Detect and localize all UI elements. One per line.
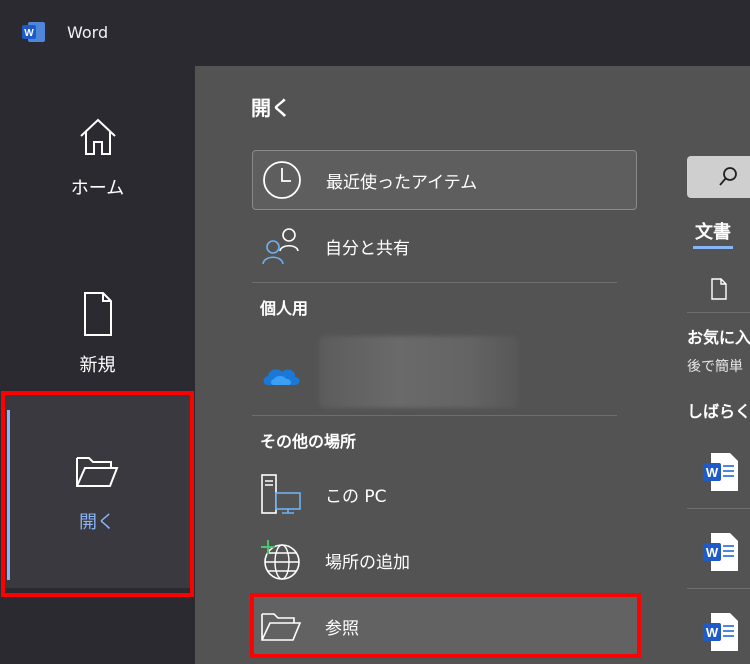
sidebar-item-open[interactable]: 開く: [4, 394, 190, 588]
new-document-icon: [83, 292, 112, 336]
divider: [687, 588, 750, 589]
word-document-icon[interactable]: W: [703, 452, 739, 492]
location-add-place[interactable]: 場所の追加: [252, 530, 637, 590]
sidebar-item-label: 開く: [79, 512, 115, 533]
folder-open-icon: [76, 457, 119, 487]
divider: [687, 508, 750, 509]
svg-text:W: W: [706, 625, 719, 640]
people-icon: [262, 228, 299, 265]
open-panel: 開く 最近使ったアイテム 自分と共有 個人用 その他の場所 この PC 場所の追…: [195, 66, 750, 664]
favorites-heading: お気に入: [687, 328, 750, 347]
selected-indicator: [7, 410, 10, 580]
divider: [687, 312, 750, 313]
search-input[interactable]: [687, 156, 750, 198]
tab-documents[interactable]: 文書: [695, 218, 731, 244]
sidebar-item-label: 新規: [79, 355, 116, 376]
title-bar: W Word: [0, 0, 750, 66]
document-column-icon: [711, 278, 727, 300]
location-label: この PC: [325, 486, 387, 507]
globe-add-icon: [261, 540, 300, 580]
sidebar: ホーム 新規 開く: [0, 66, 195, 664]
clock-icon: [263, 161, 301, 199]
section-heading-personal: 個人用: [260, 299, 309, 318]
svg-text:W: W: [706, 465, 719, 480]
location-shared[interactable]: 自分と共有: [252, 216, 637, 276]
app-title: Word: [67, 23, 109, 42]
sidebar-item-label: ホーム: [70, 178, 125, 199]
location-this-pc[interactable]: この PC: [252, 464, 637, 524]
svg-text:W: W: [24, 28, 34, 39]
divider: [252, 282, 617, 283]
account-name-blurred: [319, 336, 519, 408]
favorites-description: 後で簡単: [687, 359, 743, 375]
page-title: 開く: [251, 96, 291, 120]
word-document-icon[interactable]: W: [703, 532, 739, 572]
location-recent[interactable]: 最近使ったアイテム: [252, 150, 637, 210]
home-icon: [79, 118, 116, 155]
file-list-panel: 文書 お気に入 後で簡単 しばらく前 W W W: [687, 66, 750, 664]
section-heading-other: その他の場所: [260, 432, 357, 451]
location-browse[interactable]: 参照: [252, 596, 637, 656]
location-label: 場所の追加: [325, 552, 410, 573]
word-logo-icon: W: [22, 22, 45, 42]
recent-heading: しばらく前: [687, 402, 750, 421]
folder-icon: [261, 613, 302, 641]
tab-underline: [693, 246, 733, 249]
word-document-icon[interactable]: W: [703, 612, 739, 652]
computer-icon: [261, 474, 301, 514]
location-label: 最近使ったアイテム: [326, 172, 478, 193]
onedrive-cloud-icon: [263, 369, 300, 385]
search-icon: [719, 167, 737, 186]
svg-text:W: W: [706, 545, 719, 560]
location-label: 自分と共有: [325, 238, 410, 259]
sidebar-item-home[interactable]: ホーム: [0, 114, 195, 244]
divider: [252, 415, 617, 416]
location-label: 参照: [325, 618, 359, 639]
